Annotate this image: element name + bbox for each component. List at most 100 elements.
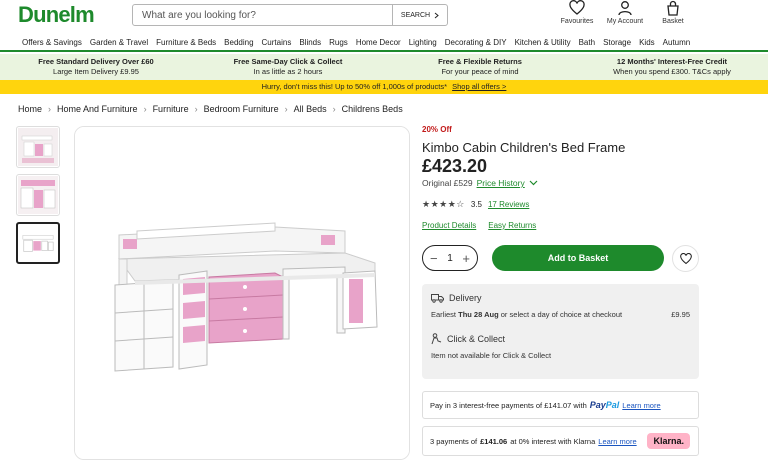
nav-item[interactable]: Decorating & DIY <box>445 38 507 47</box>
nav-item[interactable]: Autumn <box>663 38 691 47</box>
nav-item[interactable]: Bath <box>579 38 595 47</box>
basket-link[interactable]: Basket <box>654 0 692 25</box>
earliest-suffix: or select a day of choice at checkout <box>500 310 623 319</box>
breadcrumb-item[interactable]: Furniture <box>153 104 189 114</box>
paypal-logo-pal: Pal <box>605 400 620 410</box>
click-collect-text: Item not available for Click & Collect <box>431 351 552 360</box>
chevron-down-icon[interactable] <box>529 180 538 186</box>
paypal-logo: PayPal <box>590 400 620 410</box>
basket-icon <box>667 0 679 16</box>
dunelm-logo[interactable]: Dunelm <box>18 2 95 28</box>
usp-title: Free Standard Delivery Over £60 <box>38 57 154 66</box>
click-collect-title: Click & Collect <box>447 334 506 344</box>
plus-icon[interactable]: + <box>462 252 470 265</box>
add-to-basket-button[interactable]: Add to Basket <box>492 245 664 271</box>
usp-bar: Free Standard Delivery Over £60 Large Ite… <box>0 54 768 80</box>
delivery-price: £9.95 <box>671 310 690 319</box>
nav-item[interactable]: Bedding <box>224 38 253 47</box>
click-collect-heading: Click & Collect <box>431 333 690 345</box>
nav-item[interactable]: Home Decor <box>356 38 401 47</box>
earliest-prefix: Earliest <box>431 310 457 319</box>
quantity-value[interactable]: 1 <box>447 253 453 264</box>
my-account-link[interactable]: My Account <box>606 0 644 25</box>
breadcrumb-item[interactable]: Bedroom Furniture <box>204 104 279 114</box>
thumbnail-2[interactable] <box>16 174 60 216</box>
klarna-suffix: at 0% interest with Klarna <box>510 436 596 446</box>
header-icons: Favourites My Account Basket <box>558 0 692 25</box>
thumbnail-3-selected[interactable] <box>16 222 60 264</box>
paypal-text: Pay in 3 interest-free payments of £141.… <box>430 400 587 410</box>
chevron-right-icon: › <box>284 104 288 114</box>
main-nav: Offers & Savings Garden & Travel Furnitu… <box>0 34 768 52</box>
breadcrumb-item[interactable]: Childrens Beds <box>342 104 403 114</box>
product-details-link[interactable]: Product Details <box>422 221 476 230</box>
delivery-title: Delivery <box>449 293 482 303</box>
usp-title: 12 Months' Interest-Free Credit <box>616 57 728 66</box>
chevron-right-icon: › <box>332 104 336 114</box>
minus-icon[interactable]: − <box>430 252 438 265</box>
klarna-logo: Klarna. <box>647 433 690 449</box>
delivery-panel: Delivery Earliest Thu 28 Aug or select a… <box>422 284 699 379</box>
promo-banner: Hurry, don't miss this! Up to 50% off 1,… <box>0 80 768 94</box>
delivery-heading: Delivery <box>431 293 690 303</box>
favourites-link[interactable]: Favourites <box>558 0 596 25</box>
klarna-prefix: 3 payments of <box>430 436 478 446</box>
nav-item[interactable]: Offers & Savings <box>22 38 82 47</box>
image-thumbnails <box>16 126 60 264</box>
klarna-learn-more-link[interactable]: Learn more <box>598 437 636 446</box>
shop-all-offers-link[interactable]: Shop all offers > <box>452 82 506 91</box>
paypal-logo-pay: Pay <box>589 400 606 410</box>
bed-thumbnail-image <box>18 176 58 214</box>
bed-product-image <box>75 127 409 459</box>
star-rating-icon: ★★★★☆ <box>422 199 465 209</box>
product-price: £423.20 <box>422 156 488 176</box>
nav-item[interactable]: Rugs <box>329 38 348 47</box>
usp-item[interactable]: 12 Months' Interest-Free Credit When you … <box>576 54 768 80</box>
thumbnail-1[interactable] <box>16 126 60 168</box>
quantity-stepper: − 1 + <box>422 245 478 271</box>
reviews-link[interactable]: 17 Reviews <box>488 200 529 209</box>
truck-icon <box>431 294 444 303</box>
usp-subtitle: In as little as 2 hours <box>253 67 323 76</box>
rating-value: 3.5 <box>470 200 482 209</box>
nav-item[interactable]: Garden & Travel <box>90 38 148 47</box>
usp-subtitle: When you spend £300. T&Cs apply <box>613 67 731 76</box>
nav-item[interactable]: Lighting <box>409 38 437 47</box>
usp-subtitle: Large Item Delivery £9.95 <box>53 67 139 76</box>
easy-returns-link[interactable]: Easy Returns <box>488 221 536 230</box>
search-input[interactable] <box>133 5 392 25</box>
search-button-label: SEARCH <box>400 11 431 19</box>
nav-item[interactable]: Kids <box>639 38 655 47</box>
usp-subtitle: For your peace of mind <box>441 67 519 76</box>
bed-thumbnail-image <box>19 225 57 261</box>
nav-item[interactable]: Furniture & Beds <box>156 38 216 47</box>
search-bar: SEARCH <box>132 4 448 26</box>
heart-icon <box>679 252 692 264</box>
product-main-image[interactable] <box>74 126 410 460</box>
breadcrumb-item[interactable]: Home And Furniture <box>57 104 138 114</box>
usp-item[interactable]: Free Standard Delivery Over £60 Large Ite… <box>0 54 192 80</box>
promo-text: Hurry, don't miss this! Up to 50% off 1,… <box>261 82 448 91</box>
chevron-right-icon <box>434 12 439 18</box>
price-history-link[interactable]: Price History <box>477 178 525 188</box>
basket-label: Basket <box>662 18 684 25</box>
search-button[interactable]: SEARCH <box>392 5 447 25</box>
klarna-banner: 3 payments of £141.06 at 0% interest wit… <box>422 426 699 456</box>
breadcrumb-item[interactable]: Home <box>18 104 42 114</box>
wishlist-button[interactable] <box>672 245 699 272</box>
usp-item[interactable]: Free Same-Day Click & Collect In as littl… <box>192 54 384 80</box>
nav-item[interactable]: Blinds <box>299 38 321 47</box>
discount-badge: 20% Off <box>422 125 452 134</box>
klarna-amount: £141.06 <box>480 436 508 446</box>
nav-item[interactable]: Curtains <box>262 38 292 47</box>
site-header: Dunelm SEARCH Favourites My Account Bask… <box>0 0 768 32</box>
usp-item[interactable]: Free & Flexible Returns For your peace of… <box>384 54 576 80</box>
breadcrumb-item[interactable]: All Beds <box>294 104 327 114</box>
my-account-label: My Account <box>606 18 644 25</box>
nav-item[interactable]: Kitchen & Utility <box>515 38 571 47</box>
paypal-credit-banner: Pay in 3 interest-free payments of £141.… <box>422 391 699 419</box>
delivery-estimate: Earliest Thu 28 Aug or select a day of c… <box>431 310 690 319</box>
earliest-date: Thu 28 Aug <box>458 310 499 319</box>
nav-item[interactable]: Storage <box>603 38 631 47</box>
paypal-learn-more-link[interactable]: Learn more <box>622 401 660 410</box>
